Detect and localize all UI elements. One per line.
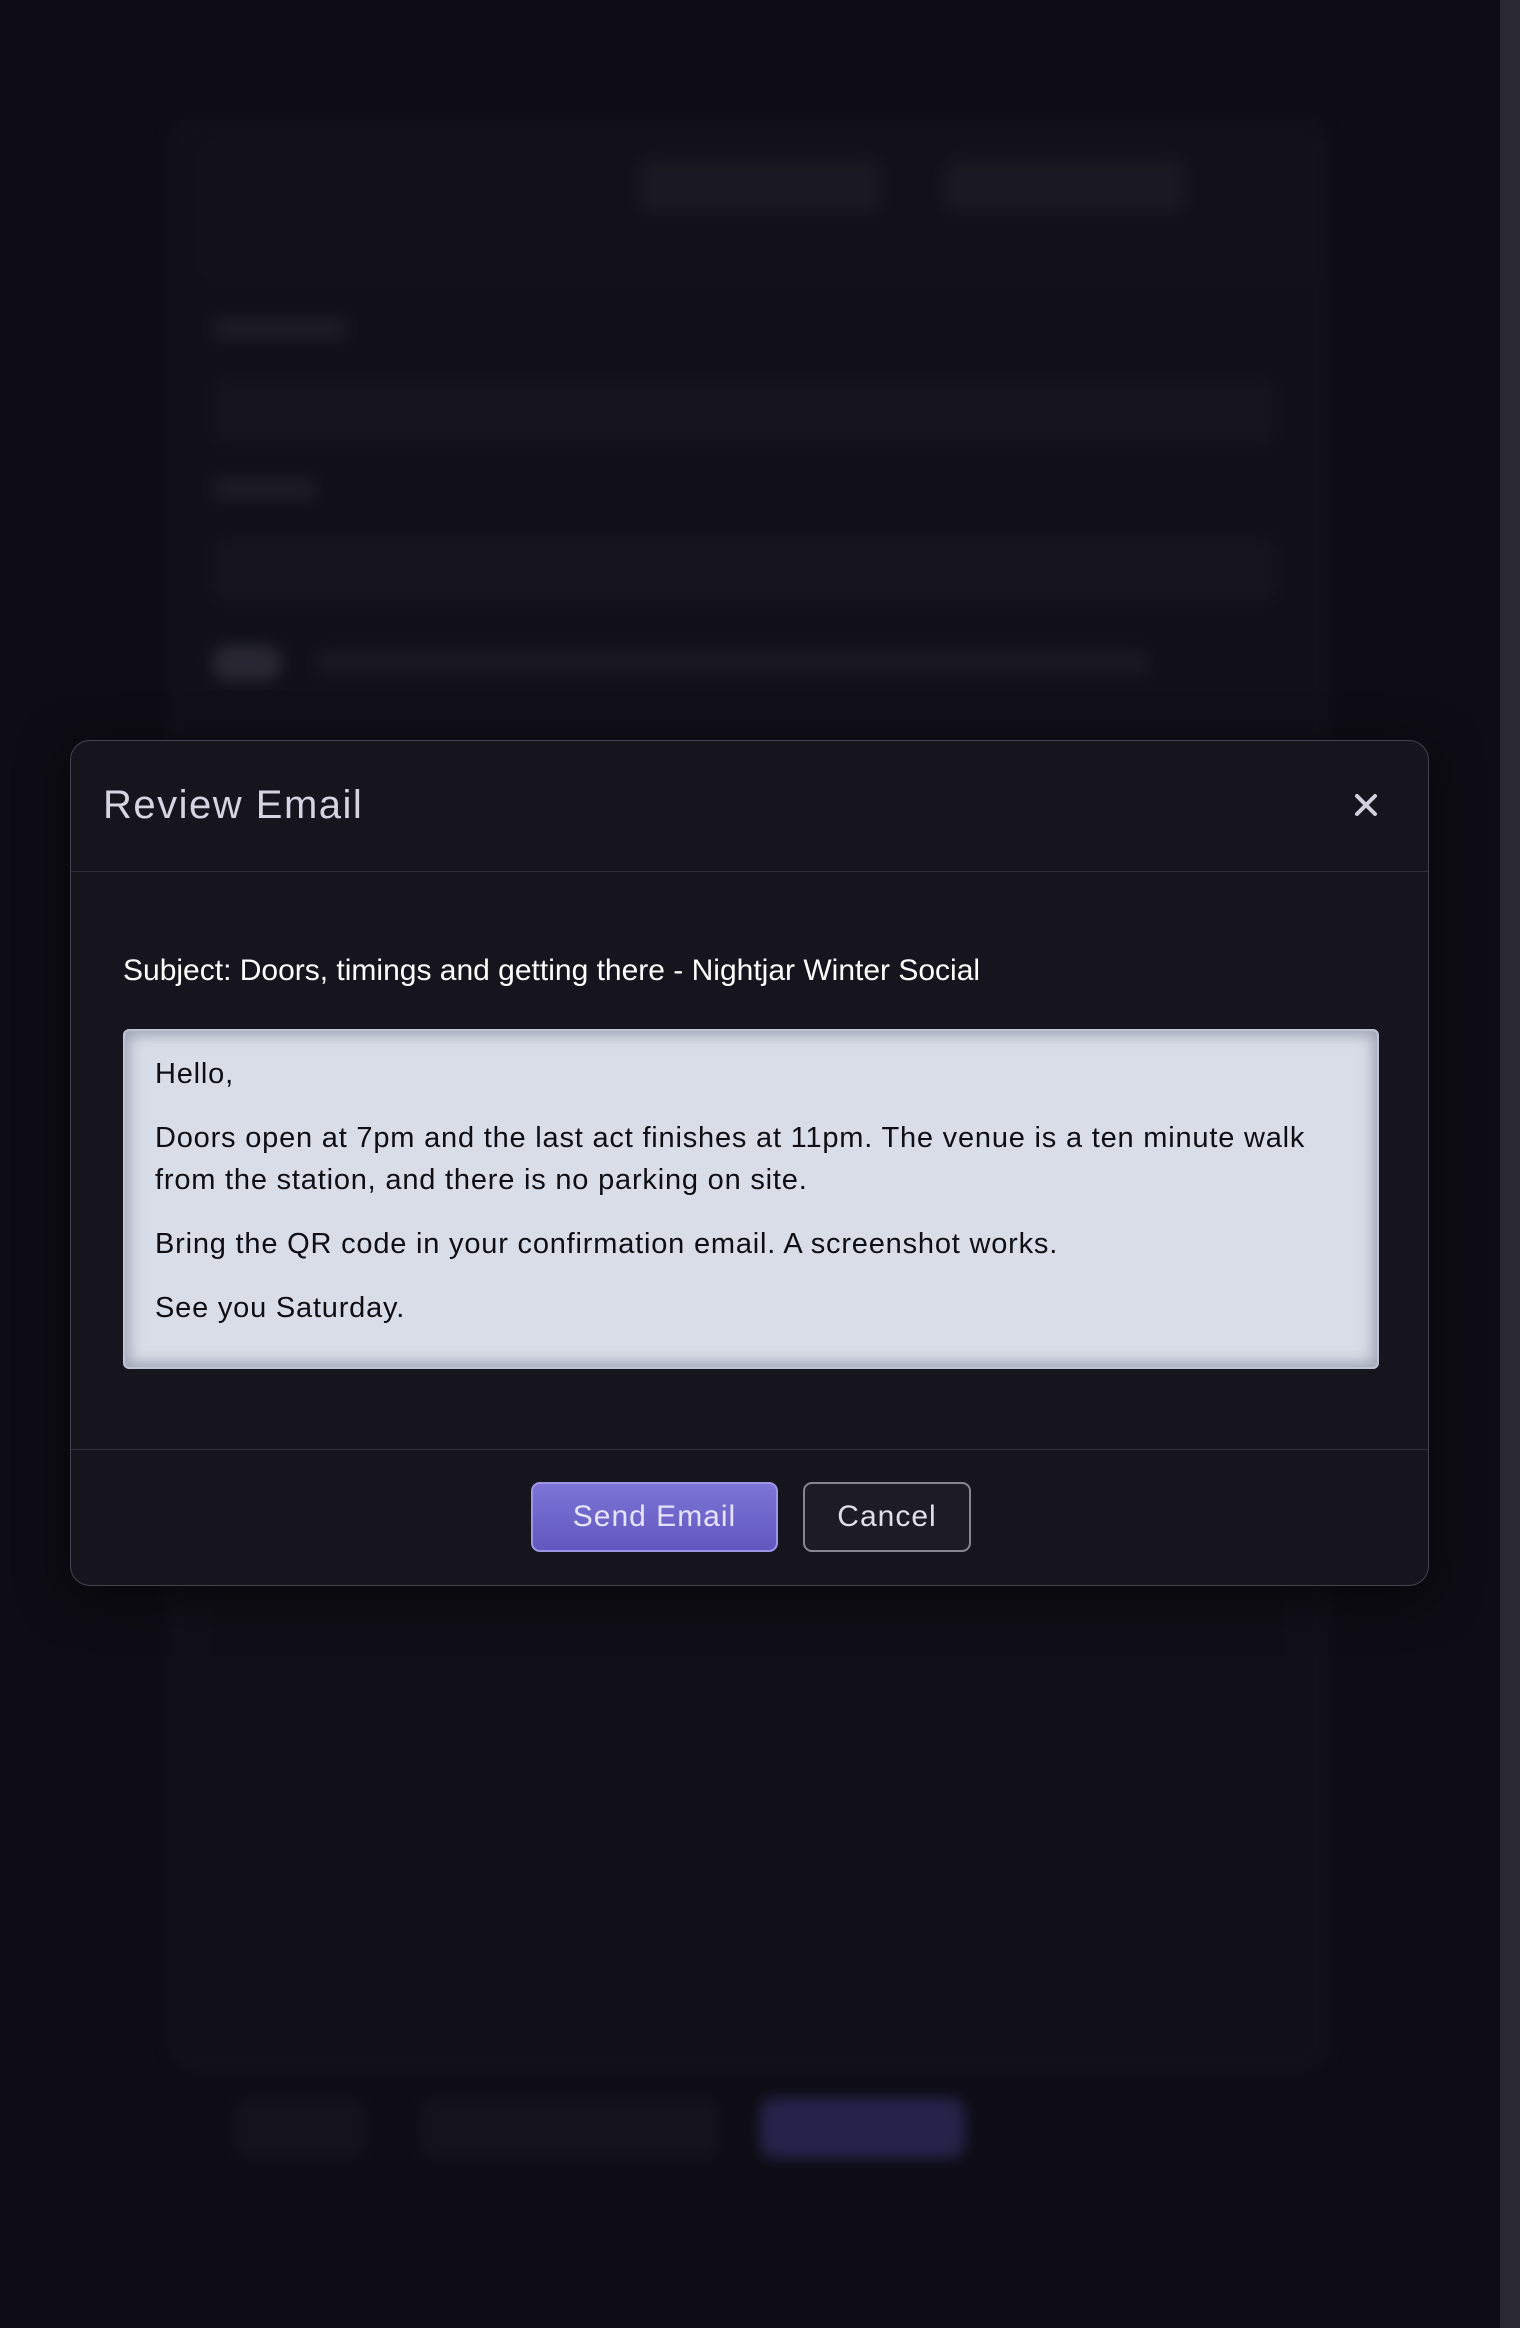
background-toggle (212, 645, 282, 681)
background-button (235, 2098, 365, 2158)
background-pill (945, 160, 1185, 212)
page: Review Email Subject: Doors, timings and… (0, 0, 1520, 2328)
background-button (420, 2098, 720, 2158)
background-pill (640, 160, 880, 212)
review-email-modal: Review Email Subject: Doors, timings and… (70, 740, 1429, 1586)
modal-title: Review Email (103, 783, 364, 827)
background-field (215, 380, 1275, 442)
email-paragraph: Bring the QR code in your confirmation e… (155, 1228, 1059, 1260)
close-button[interactable] (1346, 785, 1386, 825)
email-paragraph: Doors open at 7pm and the last act finis… (155, 1122, 1306, 1196)
background-label (215, 478, 315, 500)
background-field (215, 538, 1275, 600)
modal-footer: Send Email Cancel (71, 1449, 1428, 1585)
background-toggle-text (318, 650, 1148, 674)
page-scrollbar[interactable] (1500, 0, 1520, 2328)
background-label (215, 318, 345, 340)
email-paragraph: Hello, (155, 1058, 234, 1090)
modal-body: Subject: Doors, timings and getting ther… (71, 872, 1428, 1369)
close-icon (1355, 794, 1377, 816)
cancel-button[interactable]: Cancel (803, 1482, 971, 1552)
modal-header: Review Email (71, 741, 1428, 872)
email-paragraph: See you Saturday. (155, 1292, 406, 1324)
send-email-button[interactable]: Send Email (531, 1482, 778, 1552)
email-body-preview: Hello, Doors open at 7pm and the last ac… (123, 1029, 1379, 1369)
background-button (760, 2098, 965, 2158)
email-subject: Subject: Doors, timings and getting ther… (123, 954, 981, 987)
